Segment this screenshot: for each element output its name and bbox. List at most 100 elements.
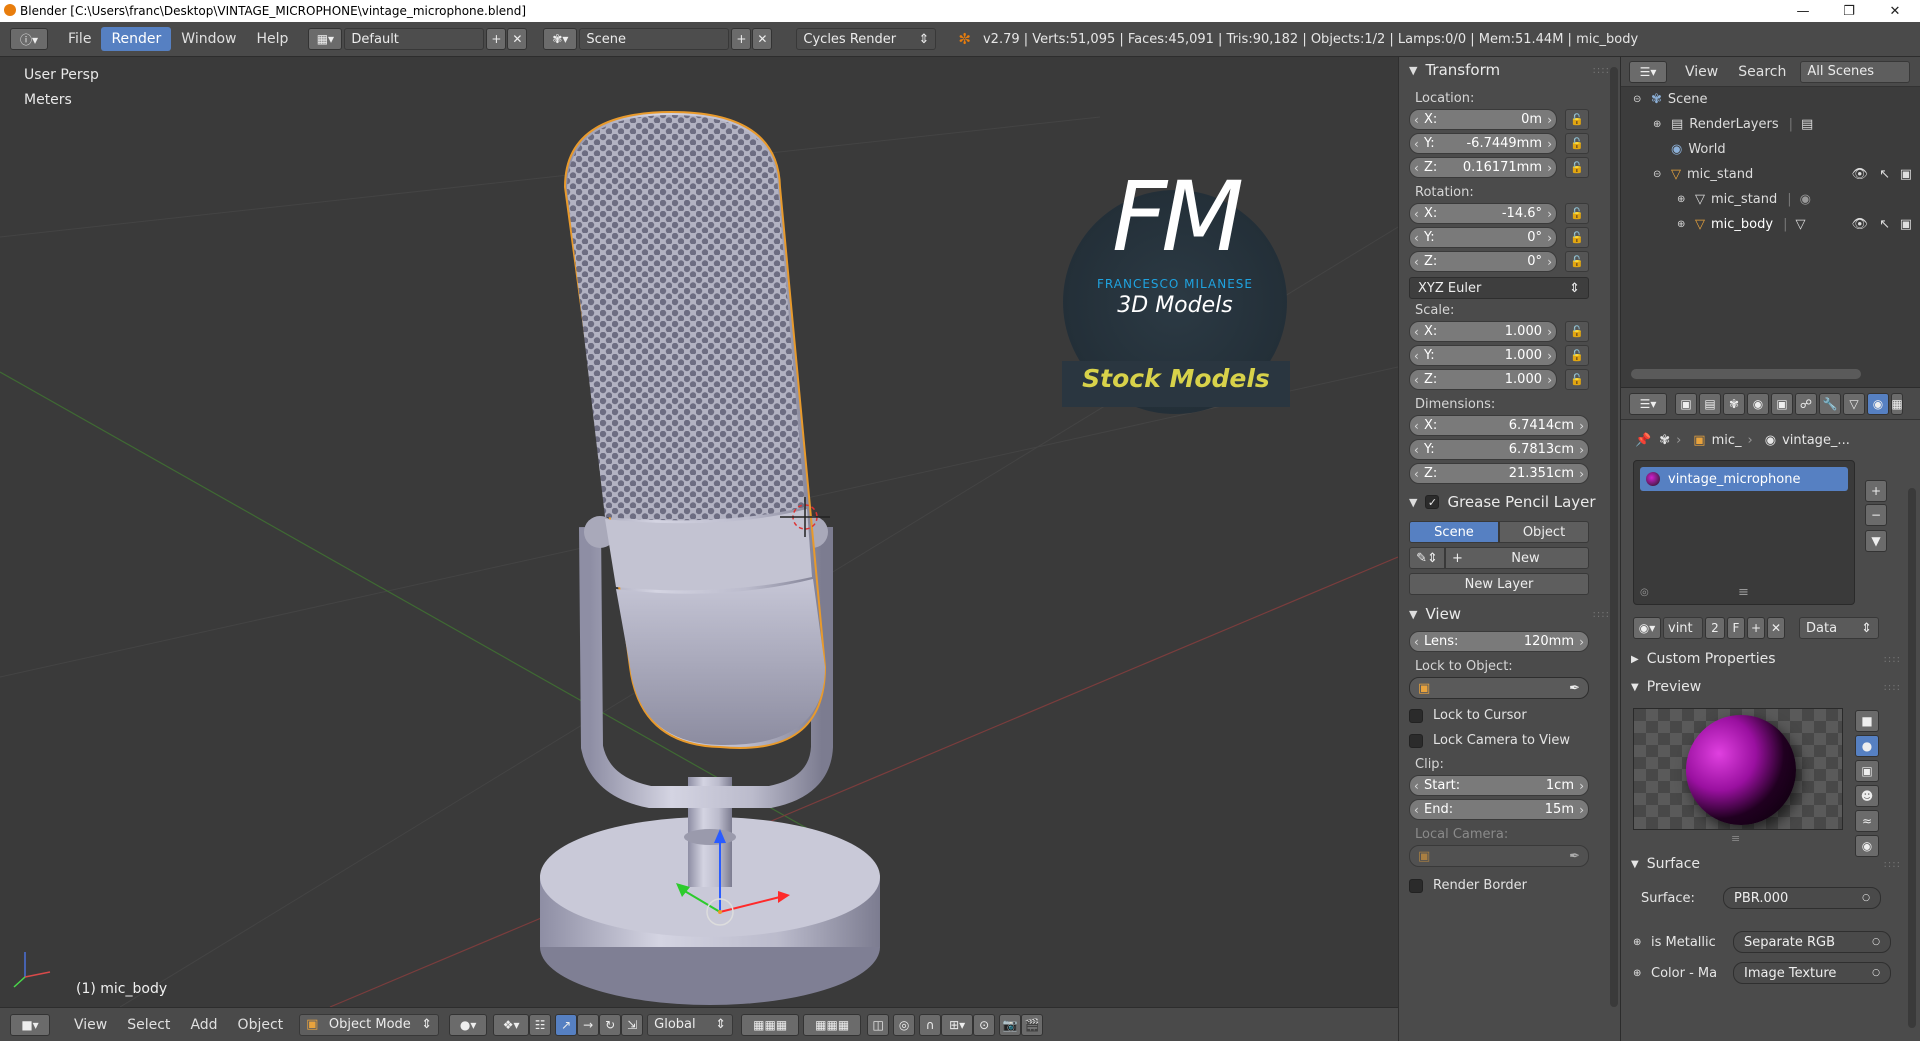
lock-cursor-option[interactable]: Lock to Cursor	[1399, 703, 1620, 728]
manipulator-rotate-icon[interactable]: ↻	[599, 1013, 622, 1036]
object-tab-icon[interactable]: ▣	[1771, 392, 1793, 415]
texture-tab-icon[interactable]: ▦	[1891, 392, 1903, 415]
surface-header[interactable]: ▼ Surface::::	[1621, 850, 1911, 878]
outliner-filter-select[interactable]: All Scenes	[1800, 60, 1911, 83]
lock-icon[interactable]: 🔓	[1565, 251, 1589, 272]
grease-new-button[interactable]: + New	[1445, 547, 1589, 569]
dimensions-y-field[interactable]: Y:6.7813cm	[1409, 439, 1589, 460]
preview-flat-icon[interactable]: ■	[1855, 710, 1879, 732]
view-panel-header[interactable]: ▼ View ::::	[1399, 601, 1620, 627]
remove-screen-icon[interactable]: ✕	[507, 28, 528, 50]
scene-field[interactable]: Scene	[579, 28, 730, 50]
breadcrumb-material[interactable]: vintage_...	[1782, 433, 1850, 448]
layer-lock-icon[interactable]: ◫	[867, 1013, 890, 1036]
outliner-row-renderlayers[interactable]: ⊕ ▤ RenderLayers | ▤	[1621, 112, 1920, 137]
outliner-row-mic-stand-mesh[interactable]: ⊕ ▽ mic_stand | ◉	[1621, 187, 1920, 212]
lock-icon[interactable]: 🔓	[1565, 345, 1589, 366]
render-border-option[interactable]: Render Border	[1399, 873, 1620, 898]
drag-handle-icon[interactable]: ::::	[1593, 65, 1610, 76]
scene-icon[interactable]: ✾▾	[543, 28, 578, 50]
dimensions-z-field[interactable]: Z:21.351cm	[1409, 463, 1589, 484]
manipulator-translate-icon[interactable]: →	[577, 1013, 600, 1036]
info-editor-type-icon[interactable]: ⓘ▾	[10, 28, 48, 50]
mode-select[interactable]: ▣ Object Mode ⇕	[299, 1013, 440, 1036]
maximize-icon[interactable]: ❐	[1826, 0, 1872, 22]
menu-window[interactable]: Window	[171, 27, 246, 51]
menu-object[interactable]: Object	[228, 1013, 294, 1037]
lock-icon[interactable]: 🔓	[1565, 203, 1589, 224]
lock-icon[interactable]: 🔓	[1565, 109, 1589, 130]
add-slot-icon[interactable]: +	[1865, 480, 1887, 502]
collapse-icon[interactable]: ⊝	[1653, 169, 1667, 180]
eyedropper-icon[interactable]: ✒	[1569, 681, 1580, 696]
preview-monkey-icon[interactable]: ☻	[1855, 785, 1879, 807]
preview-resize-handle-icon[interactable]: ≡	[1731, 832, 1740, 845]
color-node-field[interactable]: Image Texture ○	[1733, 962, 1891, 984]
outliner-row-mic-body[interactable]: ⊕ ▽ mic_body | ▽ 👁 ↖ ▣	[1621, 212, 1920, 237]
grease-pencil-panel-header[interactable]: ▼ ✓ Grease Pencil Layer	[1399, 489, 1620, 515]
shading-icon[interactable]: ●▾	[449, 1013, 488, 1036]
close-icon[interactable]: ✕	[1872, 0, 1918, 22]
layers-grid-icon[interactable]: ▦▦▦	[741, 1013, 800, 1036]
render-anim-icon[interactable]: 🎬	[1021, 1013, 1044, 1036]
lock-icon[interactable]: 🔓	[1565, 321, 1589, 342]
breadcrumb-object[interactable]: mic_	[1712, 433, 1742, 448]
rotation-mode-select[interactable]: XYZ Euler ⇕	[1409, 277, 1589, 299]
drag-handle-icon[interactable]: ::::	[1884, 859, 1901, 870]
preview-header[interactable]: ▼ Preview::::	[1621, 673, 1911, 701]
pin-icon[interactable]: 📌	[1635, 433, 1651, 448]
visibility-eye-icon[interactable]: 👁	[1851, 217, 1868, 232]
scene-tab-icon[interactable]: ✾	[1723, 392, 1745, 415]
is-metallic-node-field[interactable]: Separate RGB ○	[1733, 931, 1891, 953]
dimensions-x-field[interactable]: X:6.7414cm	[1409, 415, 1589, 436]
custom-props-header[interactable]: ▶ Custom Properties::::	[1621, 645, 1911, 673]
npanel-scrollbar[interactable]	[1610, 67, 1618, 1007]
outliner-row-mic-stand[interactable]: ⊝ ▽ mic_stand 👁 ↖ ▣	[1621, 162, 1920, 187]
render-tab-icon[interactable]: ▣	[1675, 392, 1697, 415]
rotation-x-field[interactable]: X:-14.6°	[1409, 203, 1557, 224]
menu-render[interactable]: Render	[101, 27, 172, 51]
expand-icon[interactable]: ⊕	[1677, 194, 1691, 205]
render-engine-select[interactable]: Cycles Render ⇕	[796, 28, 937, 50]
material-slot-list[interactable]: vintage_microphone ◎ ≡	[1633, 460, 1855, 605]
3d-viewport[interactable]: User Persp Meters (1) mic_body FM FRANCE…	[0, 57, 1398, 1007]
clip-start-field[interactable]: Start:1cm	[1409, 775, 1589, 796]
render-preview-icon[interactable]: 📷	[999, 1013, 1022, 1036]
grease-object-tab[interactable]: Object	[1499, 521, 1589, 543]
remove-scene-icon[interactable]: ✕	[752, 28, 773, 50]
list-filter-icon[interactable]: ◎	[1640, 587, 1649, 598]
fake-user-button[interactable]: F	[1727, 617, 1745, 639]
custom-props-panel[interactable]: ▶ Custom Properties::::	[1621, 645, 1911, 673]
outliner-row-world[interactable]: ◉ World	[1621, 137, 1920, 162]
render-border-checkbox[interactable]	[1409, 878, 1423, 893]
grease-scene-tab[interactable]: Scene	[1409, 521, 1499, 543]
expand-icon[interactable]: ⊕	[1677, 219, 1691, 230]
expand-input-icon[interactable]: ⊕	[1633, 968, 1647, 979]
lens-field[interactable]: Lens:120mm	[1409, 631, 1589, 652]
transform-panel-header[interactable]: ▼ Transform ::::	[1399, 57, 1620, 83]
clip-end-field[interactable]: End:15m	[1409, 799, 1589, 820]
layers-grid-2-icon[interactable]: ▦▦▦	[803, 1013, 862, 1036]
new-layer-button[interactable]: New Layer	[1409, 573, 1589, 595]
menu-select[interactable]: Select	[117, 1013, 180, 1037]
drag-handle-icon[interactable]: ::::	[1884, 654, 1901, 665]
modifiers-tab-icon[interactable]: 🔧	[1819, 392, 1841, 415]
scale-z-field[interactable]: Z:1.000	[1409, 369, 1557, 390]
screen-layout-field[interactable]: Default	[344, 28, 485, 50]
link-mode-select[interactable]: Data ⇕	[1799, 617, 1879, 639]
lock-camera-option[interactable]: Lock Camera to View	[1399, 728, 1620, 753]
world-tab-icon[interactable]: ◉	[1747, 392, 1769, 415]
outliner-menu-view[interactable]: View	[1675, 60, 1728, 84]
manipulator-scale-icon[interactable]: ⇲	[621, 1013, 644, 1036]
material-users-count[interactable]: 2	[1705, 617, 1725, 639]
slot-specials-icon[interactable]: ▼	[1865, 530, 1887, 552]
render-layers-tab-icon[interactable]: ▤	[1699, 392, 1721, 415]
outliner-type-icon[interactable]: ☰▾	[1629, 60, 1667, 83]
remove-slot-icon[interactable]: −	[1865, 504, 1887, 526]
manipulator-toggle-icon[interactable]: ↗	[555, 1013, 578, 1036]
add-scene-icon[interactable]: +	[731, 28, 752, 50]
rotation-z-field[interactable]: Z:0°	[1409, 251, 1557, 272]
snap-element-icon[interactable]: ⊞▾	[941, 1013, 974, 1036]
scale-y-field[interactable]: Y:1.000	[1409, 345, 1557, 366]
lock-cursor-checkbox[interactable]	[1409, 708, 1423, 723]
